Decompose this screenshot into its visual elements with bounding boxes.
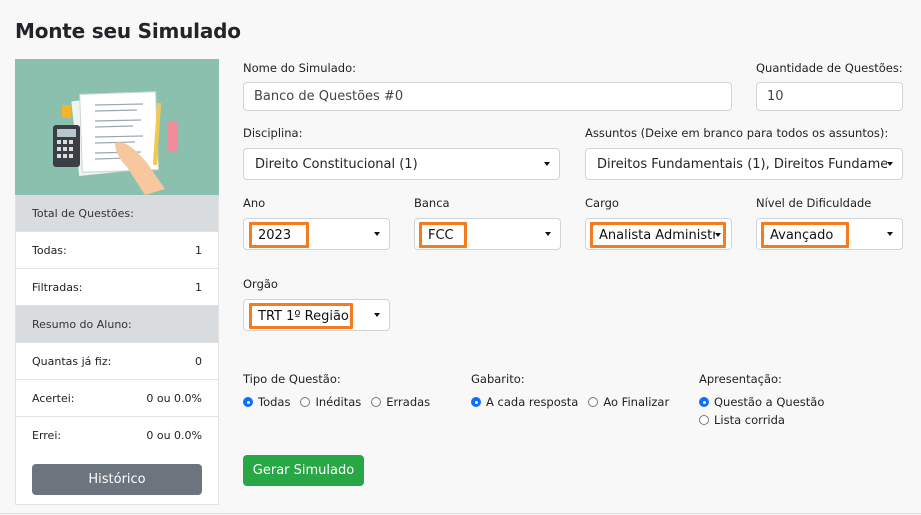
nivel-label: Nível de Dificuldade (756, 196, 872, 210)
assuntos-label: Assuntos (Deixe em branco para todos os … (585, 126, 889, 140)
stat-row-filtradas: Filtradas: 1 (16, 269, 218, 306)
banca-highlight: FCC (419, 222, 467, 248)
sidebar-panel: Total de Questões: Todas: 1 Filtradas: 1… (15, 59, 219, 505)
stat-row-acertei: Acertei: 0 ou 0.0% (16, 380, 218, 417)
tipo-label: Tipo de Questão: (243, 372, 341, 386)
radio-icon[interactable] (300, 397, 311, 407)
disciplina-label: Disciplina: (243, 126, 303, 140)
gerar-simulado-button[interactable]: Gerar Simulado (243, 455, 364, 486)
filtradas-label: Filtradas: (32, 280, 83, 294)
gabarito-option-cada-resposta[interactable]: A cada resposta (471, 395, 578, 409)
apresentacao-option-questao[interactable]: Questão a Questão (699, 395, 824, 409)
tipo-option-label: Todas (258, 395, 291, 409)
radio-selected-icon[interactable] (243, 397, 253, 407)
nome-input[interactable]: Banco de Questões #0 (243, 82, 732, 111)
radio-selected-icon[interactable] (699, 397, 709, 407)
cargo-highlight: Analista Administrativo (590, 222, 726, 248)
orgao-select[interactable]: TRT 1º Região (243, 299, 390, 331)
orgao-value: TRT 1º Região (258, 308, 349, 324)
acertei-value: 0 ou 0.0% (146, 391, 202, 405)
cargo-label: Cargo (585, 196, 619, 210)
acertei-label: Acertei: (32, 391, 75, 405)
footer-divider (0, 513, 921, 514)
historico-button[interactable]: Histórico (32, 464, 202, 495)
assuntos-value: Direitos Fundamentais (1), Direitos Fund… (597, 156, 887, 172)
nivel-highlight: Avançado (761, 222, 849, 248)
disciplina-select[interactable]: Direito Constitucional (1) (243, 148, 560, 180)
filtradas-value: 1 (195, 280, 202, 294)
ano-value: 2023 (258, 227, 292, 243)
tipo-option-ineditas[interactable]: Inéditas (300, 395, 361, 409)
ano-highlight: 2023 (249, 222, 309, 248)
chevron-down-icon (545, 232, 551, 236)
banca-select[interactable]: FCC (414, 218, 561, 250)
errei-value: 0 ou 0.0% (146, 429, 202, 442)
tipo-option-label: Erradas (386, 395, 431, 409)
nome-label: Nome do Simulado: (243, 61, 357, 75)
apresentacao-option-label: Lista corrida (714, 413, 785, 427)
orgao-label: Orgão (243, 277, 278, 291)
radio-selected-icon[interactable] (471, 397, 481, 407)
errei-label: Errei: (32, 429, 62, 442)
apresentacao-option-lista[interactable]: Lista corrida (699, 413, 785, 427)
nivel-select[interactable]: Avançado (756, 218, 903, 250)
student-summary-header-label: Resumo do Aluno: (32, 317, 132, 331)
gabarito-option-label: A cada resposta (486, 395, 579, 409)
tipo-option-todas[interactable]: Todas (243, 395, 290, 409)
apresentacao-option-label: Questão a Questão (714, 395, 825, 409)
gabarito-radio-group: A cada resposta Ao Finalizar (471, 395, 679, 409)
orgao-highlight: TRT 1º Região (249, 303, 353, 329)
quantas-label: Quantas já fiz: (32, 354, 112, 368)
disciplina-value: Direito Constitucional (1) (255, 156, 418, 172)
nivel-value: Avançado (770, 227, 834, 243)
ano-label: Ano (243, 196, 266, 210)
gabarito-label: Gabarito: (471, 372, 525, 386)
radio-icon[interactable] (371, 397, 382, 407)
cargo-select[interactable]: Analista Administrativo (585, 218, 732, 250)
stat-row-quantas: Quantas já fiz: 0 (16, 343, 218, 380)
quantidade-label: Quantidade de Questões: (756, 61, 903, 75)
stat-row-todas: Todas: 1 (16, 232, 218, 269)
radio-icon[interactable] (699, 415, 709, 425)
gabarito-option-ao-finalizar[interactable]: Ao Finalizar (588, 395, 669, 409)
banca-label: Banca (414, 196, 450, 210)
chevron-down-icon (544, 162, 550, 166)
apresentacao-label: Apresentação: (699, 372, 782, 386)
chevron-down-icon (887, 232, 893, 236)
cargo-value: Analista Administrativo (599, 227, 715, 243)
chevron-down-icon (374, 232, 380, 236)
radio-icon[interactable] (588, 397, 599, 407)
banca-value: FCC (428, 227, 454, 243)
tipo-option-erradas[interactable]: Erradas (371, 395, 430, 409)
chevron-down-icon (715, 233, 721, 237)
assuntos-select[interactable]: Direitos Fundamentais (1), Direitos Fund… (585, 148, 903, 180)
chevron-down-icon (887, 162, 893, 166)
study-illustration (15, 59, 219, 195)
gabarito-option-label: Ao Finalizar (603, 395, 670, 409)
total-questions-header: Total de Questões: (16, 195, 218, 232)
total-questions-header-label: Total de Questões: (32, 206, 134, 220)
tipo-option-label: Inéditas (315, 395, 362, 409)
tipo-radio-group: Todas Inéditas Erradas (243, 395, 440, 409)
todas-value: 1 (195, 243, 202, 257)
quantidade-input[interactable]: 10 (756, 82, 903, 111)
stat-row-errei: Errei: 0 ou 0.0% (16, 417, 218, 454)
chevron-down-icon (374, 313, 380, 317)
ano-select[interactable]: 2023 (243, 218, 390, 250)
quantas-value: 0 (195, 354, 202, 368)
page-title: Monte seu Simulado (15, 19, 241, 43)
student-summary-header: Resumo do Aluno: (16, 306, 218, 343)
todas-label: Todas: (32, 243, 67, 257)
